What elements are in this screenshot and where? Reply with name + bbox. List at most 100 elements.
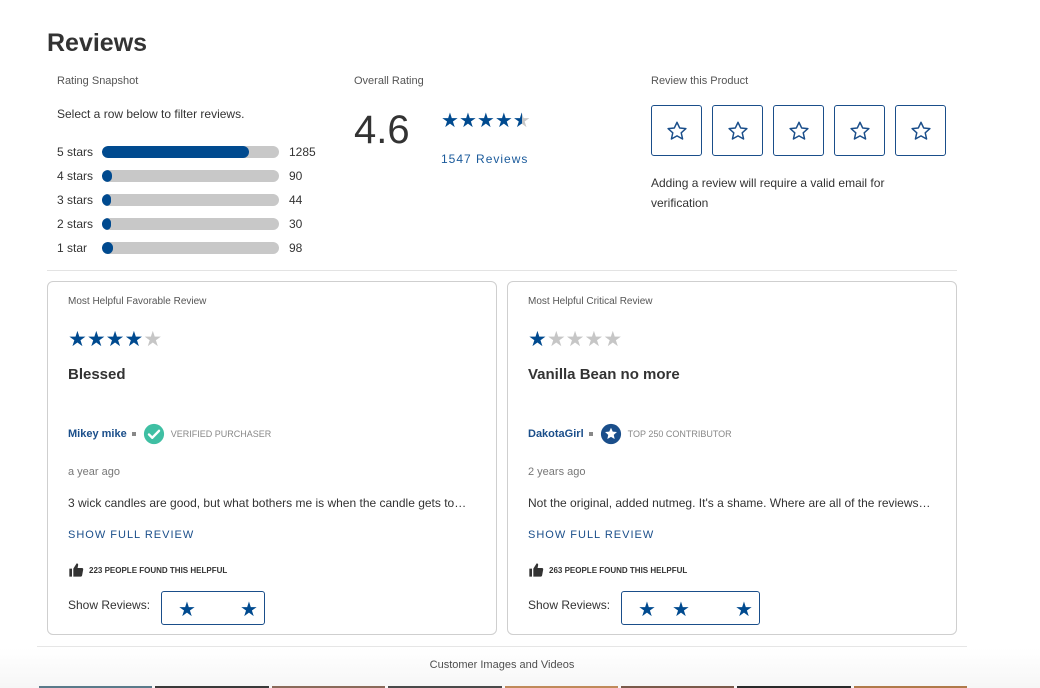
author-name-link[interactable]: Mikey mike — [68, 428, 127, 440]
helpful-row: 263 PEOPLE FOUND THIS HELPFUL — [528, 562, 687, 578]
rating-bar-fill — [102, 170, 113, 182]
rating-bar-fill — [102, 242, 114, 254]
show-full-review-link[interactable]: SHOW FULL REVIEW — [528, 529, 654, 541]
rating-row-label: 1 star — [57, 241, 88, 255]
customer-media-heading: Customer Images and Videos — [429, 659, 575, 671]
card-header: Most Helpful Critical Review — [528, 296, 653, 307]
helpful-count: 263 PEOPLE FOUND THIS HELPFUL — [549, 565, 688, 575]
favorable-review-card: Most Helpful Favorable Review ★ ★ ★ ★ ★ … — [47, 281, 497, 635]
thumbs-up-icon — [529, 563, 544, 577]
rating-row-count: 1285 — [289, 145, 316, 159]
helpful-row: 223 PEOPLE FOUND THIS HELPFUL — [68, 562, 227, 578]
star-outline-icon — [849, 121, 870, 140]
review-date: a year ago — [68, 466, 120, 478]
snapshot-instruction: Select a row below to filter reviews. — [57, 107, 245, 121]
review-title: Vanilla Bean no more — [528, 366, 680, 383]
write-review-stars — [651, 105, 946, 156]
author-separator — [131, 432, 136, 436]
review-body: 3 wick candles are good, but what bother… — [68, 496, 467, 510]
author-row: DakotaGirl TOP 250 CONTRIBUTOR — [528, 422, 732, 446]
review-stars: ★ ★ ★ ★ ★ — [68, 329, 162, 351]
section-divider — [47, 270, 957, 271]
star-outline-icon — [910, 121, 931, 140]
author-name-link[interactable]: DakotaGirl — [528, 428, 584, 440]
review-title: Blessed — [68, 366, 126, 383]
star-icon: ★ — [143, 328, 163, 351]
write-review-note: Adding a review will require a valid ema… — [651, 176, 885, 210]
star-icon: ★ — [735, 599, 753, 621]
star-icon: ★ — [565, 328, 585, 351]
review-body: Not the original, added nutmeg. It's a s… — [528, 496, 931, 510]
rating-row-1[interactable]: 1 star 98 — [57, 239, 327, 257]
star-icon: ★ — [476, 110, 495, 132]
top-contributor-badge: TOP 250 CONTRIBUTOR — [627, 429, 732, 439]
page-title: Reviews — [47, 29, 148, 57]
rating-bar-fill — [102, 146, 250, 158]
card-header: Most Helpful Favorable Review — [68, 296, 207, 307]
rating-row-count: 30 — [289, 217, 303, 231]
rating-bar-fill — [102, 218, 111, 230]
write-review-star-2-button[interactable] — [712, 105, 763, 156]
rating-bar-track — [102, 242, 279, 254]
rating-row-count: 98 — [289, 241, 303, 255]
rating-row-count: 44 — [289, 193, 303, 207]
show-reviews-label: Show Reviews: — [528, 598, 611, 612]
show-reviews-label: Show Reviews: — [68, 598, 151, 612]
verified-purchaser-badge: VERIFIED PURCHASER — [170, 429, 272, 439]
star-icon: ★ — [458, 110, 477, 132]
rating-row-label: 5 stars — [57, 145, 94, 159]
rating-bar-track — [102, 194, 279, 206]
star-outline-icon — [727, 121, 748, 140]
overall-stars: ★ ★ ★ ★ ★ — [441, 110, 531, 132]
rating-row-3[interactable]: 3 stars 44 — [57, 191, 327, 209]
rating-row-5[interactable]: 5 stars 1285 — [57, 143, 327, 161]
author-row: Mikey mike VERIFIED PURCHASER — [68, 422, 271, 446]
star-icon: ★ — [494, 110, 513, 132]
rating-bar-fill — [102, 194, 111, 206]
author-separator — [588, 432, 593, 436]
star-outline-icon — [788, 121, 809, 140]
overall-rating-label: Overall Rating — [354, 75, 424, 87]
review-count-link[interactable]: 1547 Reviews — [441, 152, 528, 166]
show-reviews-filter-button[interactable]: ★ ★ ★ — [621, 591, 760, 625]
rating-row-2[interactable]: 2 stars 30 — [57, 215, 327, 233]
write-review-star-5-button[interactable] — [895, 105, 946, 156]
media-divider — [37, 646, 967, 647]
star-icon: ★ — [638, 599, 656, 621]
thumbs-up-icon — [69, 563, 84, 577]
star-icon: ★ — [546, 328, 566, 351]
rating-row-label: 2 stars — [57, 217, 94, 231]
verified-check-icon — [143, 423, 164, 445]
top-contributor-star-icon — [600, 423, 621, 445]
rating-row-4[interactable]: 4 stars 90 — [57, 167, 327, 185]
star-icon: ★ — [603, 328, 623, 351]
show-full-review-link[interactable]: SHOW FULL REVIEW — [68, 529, 194, 541]
star-icon: ★ — [240, 599, 258, 621]
write-review-star-4-button[interactable] — [834, 105, 885, 156]
star-icon: ★ — [584, 328, 604, 351]
critical-review-card: Most Helpful Critical Review ★ ★ ★ ★ ★ V… — [507, 281, 957, 635]
review-stars: ★ ★ ★ ★ ★ — [528, 329, 622, 351]
rating-bar-track — [102, 218, 279, 230]
rating-row-count: 90 — [289, 169, 303, 183]
rating-bar-track — [102, 146, 279, 158]
star-icon: ★ — [441, 110, 459, 132]
star-icon: ★ — [512, 110, 531, 132]
write-review-star-1-button[interactable] — [651, 105, 702, 156]
write-review-star-3-button[interactable] — [773, 105, 824, 156]
review-this-product-label: Review this Product — [651, 75, 749, 87]
review-date: 2 years ago — [528, 466, 586, 478]
overall-rating-value: 4.6 — [354, 108, 410, 152]
rating-row-label: 3 stars — [57, 193, 94, 207]
show-reviews-filter-button[interactable]: ★ ★ — [161, 591, 265, 625]
star-icon: ★ — [672, 599, 690, 621]
star-icon: ★ — [86, 328, 106, 351]
star-icon: ★ — [124, 328, 144, 351]
star-icon: ★ — [105, 328, 125, 351]
helpful-count: 223 PEOPLE FOUND THIS HELPFUL — [89, 565, 228, 575]
star-outline-icon — [666, 121, 687, 140]
rating-snapshot-label: Rating Snapshot — [57, 75, 139, 87]
rating-bar-track — [102, 170, 279, 182]
star-icon: ★ — [68, 328, 87, 351]
star-icon: ★ — [178, 599, 196, 621]
